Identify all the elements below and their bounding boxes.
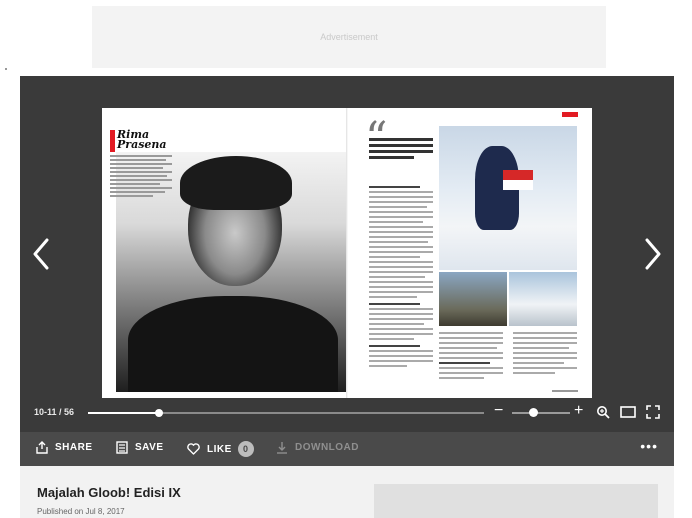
action-bar: SHARE SAVE LIKE 0 DOWNLOAD ••• (20, 432, 674, 466)
like-count-badge: 0 (237, 441, 254, 457)
publication-info: Majalah Gloob! Edisi IX Published on Jul… (20, 466, 674, 518)
section-tag (562, 112, 578, 117)
text-column-3 (513, 332, 577, 377)
text-column-2 (439, 332, 503, 382)
climber-photo (439, 126, 577, 270)
fullscreen-icon[interactable] (646, 405, 660, 424)
chevron-left-icon (33, 238, 49, 270)
share-icon (36, 441, 48, 454)
right-page: “ (347, 108, 592, 398)
single-page-icon[interactable] (620, 405, 636, 424)
page-indicator: 10-11 / 56 (34, 407, 75, 417)
save-label: SAVE (135, 442, 164, 453)
more-icon[interactable]: ••• (640, 438, 658, 454)
scrubber-handle[interactable] (155, 409, 164, 417)
intro-text-block (110, 155, 172, 199)
download-label: DOWNLOAD (295, 442, 359, 453)
page-footer (552, 390, 578, 392)
advertisement-banner[interactable]: Advertisement (92, 6, 606, 68)
related-content-placeholder (374, 484, 658, 518)
page-marker-dot (5, 68, 7, 70)
share-button[interactable]: SHARE (36, 441, 93, 454)
viewer-controls: 10-11 / 56 − + (20, 398, 674, 432)
mountain-photo-1 (439, 272, 507, 326)
mountain-photo-2 (509, 272, 577, 326)
published-date: Published on Jul 8, 2017 (37, 507, 125, 516)
zoom-out-button[interactable]: − (494, 401, 503, 421)
zoom-in-button[interactable]: + (574, 401, 583, 421)
page-scrubber[interactable] (88, 409, 484, 417)
publication-title: Majalah Gloob! Edisi IX (37, 485, 181, 500)
advertisement-label: Advertisement (320, 32, 378, 42)
download-icon (277, 442, 287, 454)
previous-page-button[interactable] (26, 226, 56, 282)
zoom-in-icon[interactable] (596, 405, 610, 424)
pull-quote (369, 138, 433, 162)
scrubber-progress (88, 412, 160, 414)
zoom-slider-handle[interactable] (529, 408, 539, 417)
left-page: Rima Prasena (102, 108, 347, 398)
heading-line-2: Prasena (117, 138, 167, 151)
magazine-viewer[interactable]: Rima Prasena “ 10-11 / 56 − + (20, 76, 674, 432)
zoom-slider[interactable] (512, 412, 570, 414)
share-label: SHARE (55, 442, 93, 453)
magazine-spread[interactable]: Rima Prasena “ (102, 108, 592, 398)
text-column-1 (369, 186, 433, 370)
save-button[interactable]: SAVE (116, 441, 164, 454)
like-label: LIKE (207, 443, 232, 455)
like-button[interactable]: LIKE 0 (187, 441, 254, 457)
flag-in-photo (503, 170, 533, 190)
next-page-button[interactable] (638, 226, 668, 282)
article-heading: Rima Prasena (110, 129, 167, 152)
save-icon (116, 441, 128, 454)
download-button[interactable]: DOWNLOAD (276, 441, 359, 454)
chevron-right-icon (645, 238, 661, 270)
heart-icon (187, 443, 200, 455)
